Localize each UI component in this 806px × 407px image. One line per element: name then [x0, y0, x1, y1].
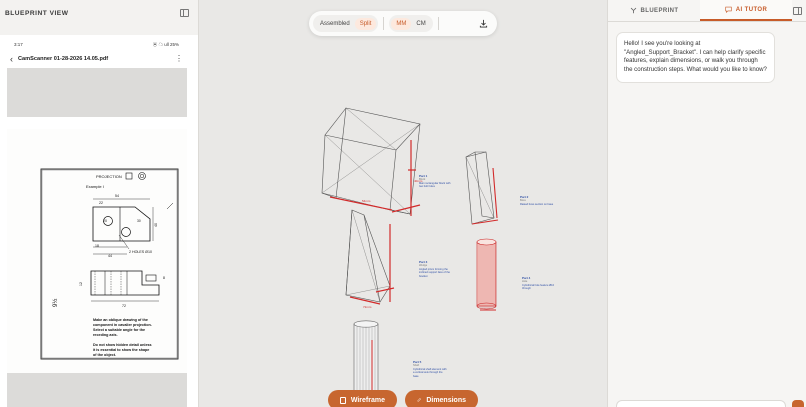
blueprint-panel-title: BLUEPRINT VIEW	[5, 9, 69, 17]
annotation-body: Cylindrical shaft element with a vertica…	[413, 367, 447, 378]
page-number: 9½	[52, 299, 59, 307]
tab-blueprint-label: BLUEPRINT	[640, 7, 679, 14]
dim-40: 40	[154, 223, 158, 227]
dimension-label: 54mm	[362, 199, 371, 203]
blueprint-panel: BLUEPRINT VIEW 3:17 ⦿ ☁ ull 25% ‹ CamSca…	[0, 0, 199, 407]
blueprint-icon	[630, 7, 636, 14]
dim-22: 22	[99, 201, 103, 205]
chat-input[interactable]	[616, 400, 786, 407]
split-parts-svg: 54mm 40mm 72mm	[321, 107, 499, 407]
download-icon[interactable]	[479, 19, 488, 28]
boss-dimension-lines	[471, 167, 499, 225]
dimension-label: 72mm	[363, 305, 372, 309]
assistant-tabs: BLUEPRINT AI TUTOR	[608, 0, 806, 22]
part-annotation: Part 5 Shaft Cylindrical shaft element w…	[413, 360, 447, 378]
view-mode-toggle: Assembled Split	[313, 15, 379, 32]
part-annotation: Part 3 Wedge Angled prism forming the in…	[419, 260, 453, 278]
projection-label: PROJECTION	[96, 174, 122, 179]
3d-viewer[interactable]: 54mm 40mm 72mm Part 1 Block Main rectang…	[200, 40, 606, 407]
pdf-page-placeholder	[7, 68, 187, 117]
status-time: 3:17	[14, 42, 23, 47]
send-button[interactable]	[792, 400, 804, 407]
annotation-body: Angled prism forming the inclined suppor…	[419, 267, 451, 278]
assistant-message: Hello! I see you're looking at "Angled_S…	[616, 32, 775, 83]
blueprint-panel-header: BLUEPRINT VIEW	[0, 0, 198, 26]
unit-toggle: MM CM	[389, 15, 433, 32]
back-arrow-icon[interactable]: ‹	[10, 54, 13, 64]
panel-collapse-icon[interactable]	[793, 7, 802, 15]
tab-blueprint[interactable]: BLUEPRINT	[608, 0, 700, 21]
instruction-line: Do not show hidden detail unless	[93, 343, 152, 347]
part-annotation: Part 1 Block Main rectangular block with…	[419, 174, 453, 189]
wireframe-button[interactable]: Wireframe	[328, 390, 397, 407]
dimensions-button[interactable]: Dimensions	[405, 390, 478, 407]
dim-30: 30	[137, 219, 141, 223]
dim-54: 54	[115, 194, 119, 198]
tab-ai-tutor[interactable]: AI TUTOR	[700, 0, 792, 21]
part-annotation: Part 4 Hole Cylindrical hole feature Ø10…	[522, 276, 556, 291]
more-options-icon[interactable]: ⋮	[175, 55, 183, 63]
phone-status-bar: 3:17 ⦿ ☁ ull 25%	[14, 42, 179, 48]
pdf-preview: 3:17 ⦿ ☁ ull 25% ‹ CamScanner 01-28-2026…	[0, 35, 198, 407]
example-label: Example I	[86, 184, 104, 189]
toolbar-divider	[437, 17, 439, 30]
annotation-body: Raised boss section on base	[520, 202, 554, 206]
holes-label: 2 HOLES Ø10	[129, 250, 152, 254]
dim-44: 44	[108, 254, 112, 258]
scanned-drawing: PROJECTION Example I 54 22 20 30 40 18 4…	[7, 129, 187, 407]
annotation-body: Cylindrical hole feature Ø10 through	[522, 283, 555, 291]
instruction-line: receding axis.	[93, 333, 118, 337]
instruction-line: Select a suitable angle for the	[93, 328, 145, 332]
dim-8: 8	[163, 276, 165, 280]
status-icons: ⦿ ☁ ull 25%	[152, 42, 179, 47]
pdf-page-placeholder-bottom	[7, 373, 187, 407]
part-wedge-wireframe	[345, 209, 391, 303]
scanned-drawing-svg: PROJECTION Example I 54 22 20 30 40 18 4…	[16, 168, 179, 392]
dim-18: 18	[95, 244, 99, 248]
part-boss-wireframe	[465, 151, 495, 225]
instruction-line: it is essential to show the shape	[93, 348, 149, 352]
part-annotation: Part 2 Boss Raised boss section on base	[520, 195, 554, 206]
instruction-line: Make an oblique drawing of the	[93, 318, 148, 322]
instruction-line: of the object.	[93, 353, 116, 357]
split-view-button[interactable]: Split	[354, 17, 377, 30]
assembled-view-button[interactable]: Assembled	[315, 18, 355, 30]
toolbar-divider	[383, 17, 385, 30]
unit-mm-button[interactable]: MM	[391, 17, 412, 30]
wireframe-label: Wireframe	[350, 396, 385, 404]
tab-ai-tutor-label: AI TUTOR	[735, 6, 768, 13]
instruction-line: component in cavalier projection.	[93, 323, 152, 327]
part-hole-cylinder	[476, 238, 497, 311]
sidebar-collapse-icon[interactable]	[180, 9, 189, 17]
annotation-body: Main rectangular block with two bolt hol…	[419, 181, 451, 189]
dimensions-label: Dimensions	[426, 396, 466, 404]
chat-icon	[725, 6, 732, 13]
instructions-text: Make an oblique drawing of the component…	[93, 318, 152, 357]
ruler-icon	[417, 398, 422, 402]
view-toolbar: Assembled Split MM CM	[309, 11, 497, 36]
wireframe-icon	[340, 396, 346, 404]
dim-72: 72	[122, 304, 126, 308]
pdf-file-bar: ‹ CamScanner 01-28-2026 14.05.pdf ⋮	[10, 53, 183, 65]
unit-cm-button[interactable]: CM	[411, 18, 430, 30]
dim-12: 12	[79, 282, 83, 286]
assistant-panel: BLUEPRINT AI TUTOR Hello! I see you're l…	[607, 0, 806, 407]
pdf-file-name: CamScanner 01-28-2026 14.05.pdf	[18, 56, 109, 62]
